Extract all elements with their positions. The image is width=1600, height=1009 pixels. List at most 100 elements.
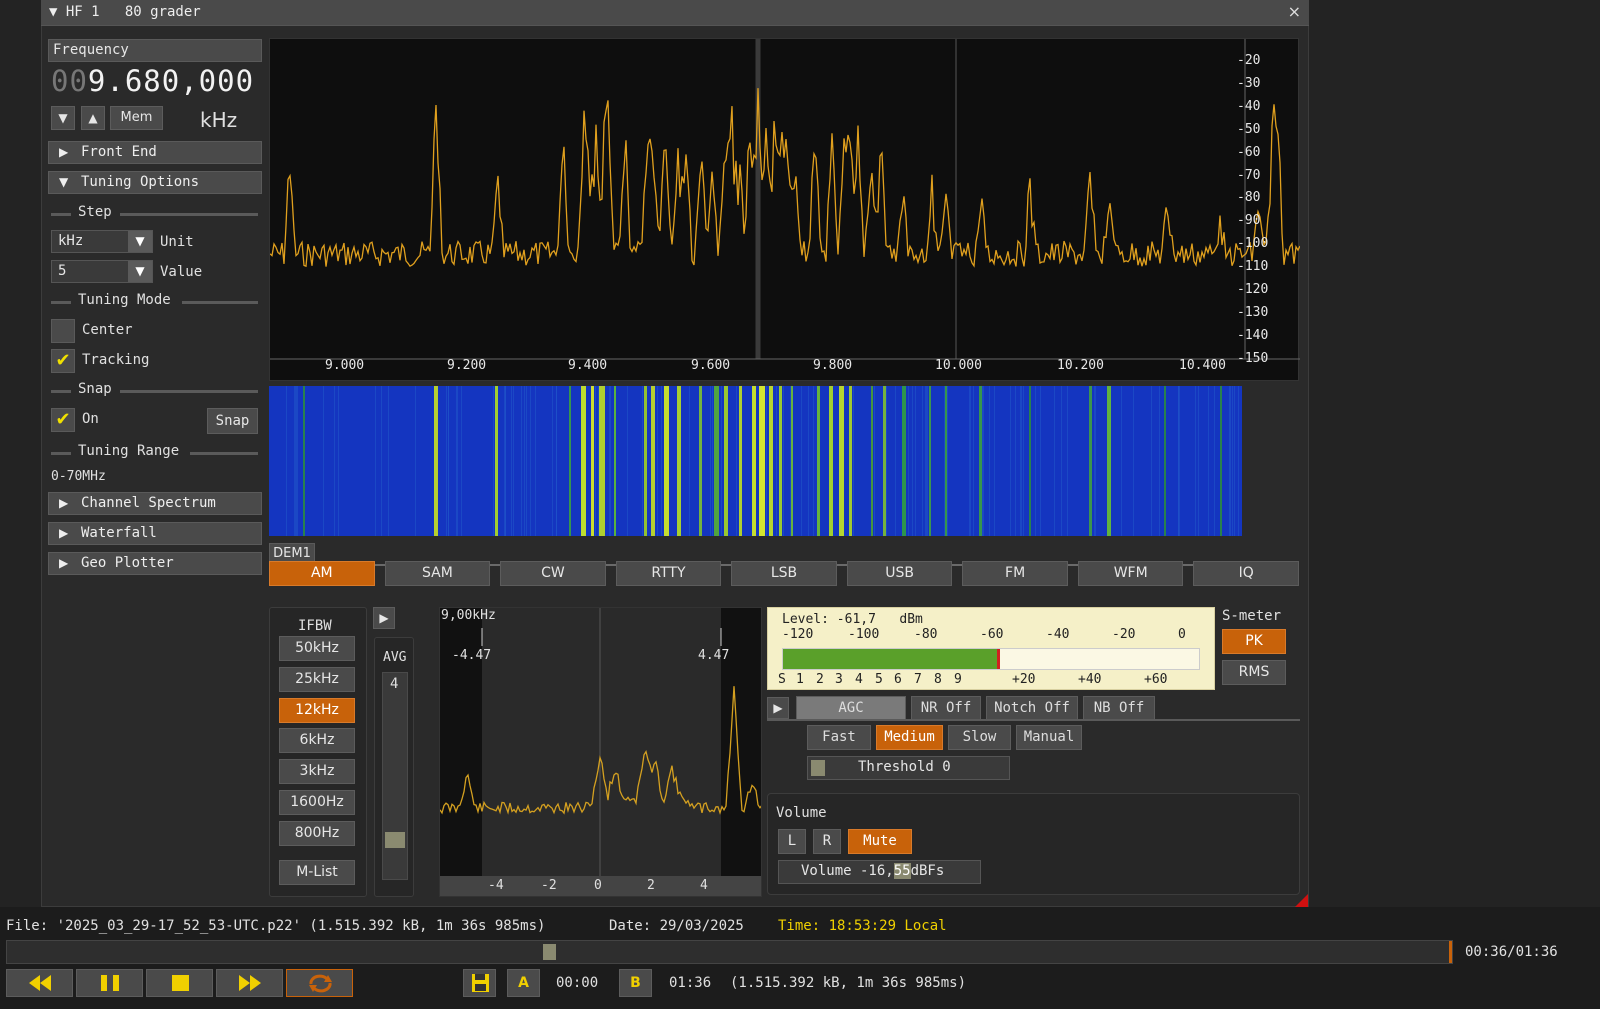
nb-button[interactable]: NB Off: [1083, 696, 1155, 721]
ifbw-button-6khz[interactable]: 6kHz: [279, 728, 355, 754]
ifbw-button-800hz[interactable]: 800Hz: [279, 820, 355, 846]
threshold-slider[interactable]: Threshold 0: [807, 756, 1010, 780]
agc-speed-fast[interactable]: Fast: [807, 725, 871, 750]
smeter-s-tick: S: [778, 672, 786, 687]
mark-b-button[interactable]: B: [619, 969, 652, 997]
smeter-s-tick: 6: [894, 672, 902, 687]
avg-slider[interactable]: [382, 672, 408, 880]
step-value-combo[interactable]: 5 ▼: [51, 260, 153, 283]
front-end-panel[interactable]: ▶ Front End: [48, 141, 262, 164]
waterfall-panel[interactable]: ▶ Waterfall: [48, 522, 262, 545]
mode-button-rtty[interactable]: RTTY: [615, 561, 722, 586]
mlist-button[interactable]: M-List: [279, 860, 355, 885]
mode-button-lsb[interactable]: LSB: [731, 561, 837, 586]
channel-spectrum-panel[interactable]: ▶ Channel Spectrum: [48, 492, 262, 515]
waterfall-display[interactable]: [269, 386, 1242, 536]
mode-button-iq[interactable]: IQ: [1193, 561, 1299, 586]
volume-slider-prefix: Volume -16,: [801, 863, 894, 879]
chevron-right-icon: ▶: [59, 556, 69, 570]
volume-slider-handle[interactable]: 55: [893, 863, 911, 879]
spectrum-plot[interactable]: [269, 38, 1300, 381]
freq-down-button[interactable]: ▼: [51, 106, 75, 130]
save-button[interactable]: [463, 969, 496, 997]
mark-a-time: 00:00: [556, 975, 599, 991]
ifbw-button-3khz[interactable]: 3kHz: [279, 759, 355, 785]
rewind-button[interactable]: [6, 969, 73, 997]
frequency-value: 9.680,000: [87, 64, 255, 98]
mode-button-am[interactable]: AM: [269, 561, 375, 586]
date-info: Date: 29/03/2025: [609, 918, 744, 934]
chevron-right-icon: ▶: [59, 526, 69, 540]
mode-button-cw[interactable]: CW: [500, 561, 606, 586]
resize-grip-icon[interactable]: [1294, 894, 1308, 908]
fast-forward-button[interactable]: [216, 969, 283, 997]
geo-plotter-panel[interactable]: ▶ Geo Plotter: [48, 552, 262, 575]
stop-button[interactable]: [146, 969, 213, 997]
agc-button[interactable]: AGC: [796, 696, 906, 721]
agc-speed-medium[interactable]: Medium: [876, 725, 943, 750]
mode-button-wfm[interactable]: WFM: [1077, 561, 1184, 586]
smeter-dbm-tick: -100: [848, 627, 880, 642]
spectrum-y-tick: -40: [1237, 98, 1261, 114]
avg-slider-handle[interactable]: [385, 832, 405, 848]
mem-button[interactable]: Mem: [110, 106, 163, 130]
center-checkbox[interactable]: [51, 319, 75, 343]
smeter-s-tick: 2: [816, 672, 824, 687]
mark-a-button[interactable]: A: [507, 969, 540, 997]
smeter-s-tick: 5: [875, 672, 883, 687]
nr-button[interactable]: NR Off: [911, 696, 981, 721]
agc-speed-manual[interactable]: Manual: [1016, 725, 1082, 750]
agc-play-button[interactable]: ▶: [767, 697, 789, 719]
volume-title: Volume: [776, 805, 827, 821]
notch-button[interactable]: Notch Off: [986, 696, 1078, 721]
close-icon[interactable]: ×: [1288, 2, 1301, 21]
frequency-header: Frequency: [48, 39, 262, 62]
ifbw-button-1600hz[interactable]: 1600Hz: [279, 790, 355, 815]
ifbw-button-25khz[interactable]: 25kHz: [279, 666, 355, 692]
divider: [51, 390, 71, 393]
rms-button[interactable]: RMS: [1222, 660, 1286, 685]
frequency-display[interactable]: 009.680,000: [51, 64, 254, 98]
smeter-s-tick: +40: [1078, 672, 1102, 687]
tuning-options-panel[interactable]: ▼ Tuning Options: [48, 171, 262, 194]
agc-speed-slow[interactable]: Slow: [948, 725, 1011, 750]
unit-combo-value: kHz: [58, 233, 84, 249]
unit-combo[interactable]: kHz ▼: [51, 230, 153, 253]
mode-button-sam[interactable]: SAM: [384, 561, 491, 586]
tracking-checkbox[interactable]: ✔: [51, 349, 75, 373]
snap-on-checkbox[interactable]: ✔: [51, 408, 75, 432]
freq-up-button[interactable]: ▲: [81, 106, 105, 130]
ifbw-button-12khz[interactable]: 12kHz: [279, 697, 355, 723]
file-info: File: '2025_03_29-17_52_53-UTC.p22' (1.5…: [6, 918, 546, 934]
ifbw-button-50khz[interactable]: 50kHz: [279, 636, 355, 661]
loop-button[interactable]: [286, 969, 353, 997]
mode-button-usb[interactable]: USB: [846, 561, 953, 586]
spectrum-y-tick: -130: [1237, 304, 1269, 320]
channel-x-tick: 0: [594, 878, 602, 893]
left-channel-button[interactable]: L: [778, 829, 806, 854]
pk-button[interactable]: PK: [1222, 629, 1286, 654]
mute-button[interactable]: Mute: [848, 829, 912, 854]
chevron-down-icon[interactable]: ▼: [128, 261, 152, 282]
mode-button-fm[interactable]: FM: [962, 561, 1068, 586]
divider: [182, 301, 258, 304]
channel-play-button[interactable]: ▶: [373, 607, 395, 629]
chevron-down-icon[interactable]: ▼: [128, 231, 152, 252]
snap-button[interactable]: Snap: [207, 408, 258, 434]
divider: [51, 452, 71, 455]
right-channel-button[interactable]: R: [813, 829, 841, 854]
step-value: 5: [58, 263, 67, 279]
playback-progress[interactable]: [6, 940, 1453, 964]
smeter-s-tick: 9: [954, 672, 962, 687]
threshold-handle[interactable]: [811, 760, 825, 776]
pause-button[interactable]: [76, 969, 143, 997]
tuning-range-label: Tuning Range: [78, 443, 180, 459]
spectrum-y-tick: -90: [1237, 213, 1261, 229]
volume-slider[interactable]: Volume -16,55dBFs: [778, 860, 981, 884]
spectrum-x-tick: 10.400: [1179, 358, 1226, 373]
smeter-level: Level: -61,7 dBm: [782, 612, 923, 627]
progress-handle[interactable]: [543, 944, 556, 960]
window-titlebar[interactable]: ▼ HF 1 80 grader ×: [41, 0, 1309, 26]
channel-spectrum-plot[interactable]: 9,00kHz -4.47 4.47 -4 -2 0 2 4: [439, 607, 762, 897]
spectrum-y-tick: -120: [1237, 282, 1269, 297]
